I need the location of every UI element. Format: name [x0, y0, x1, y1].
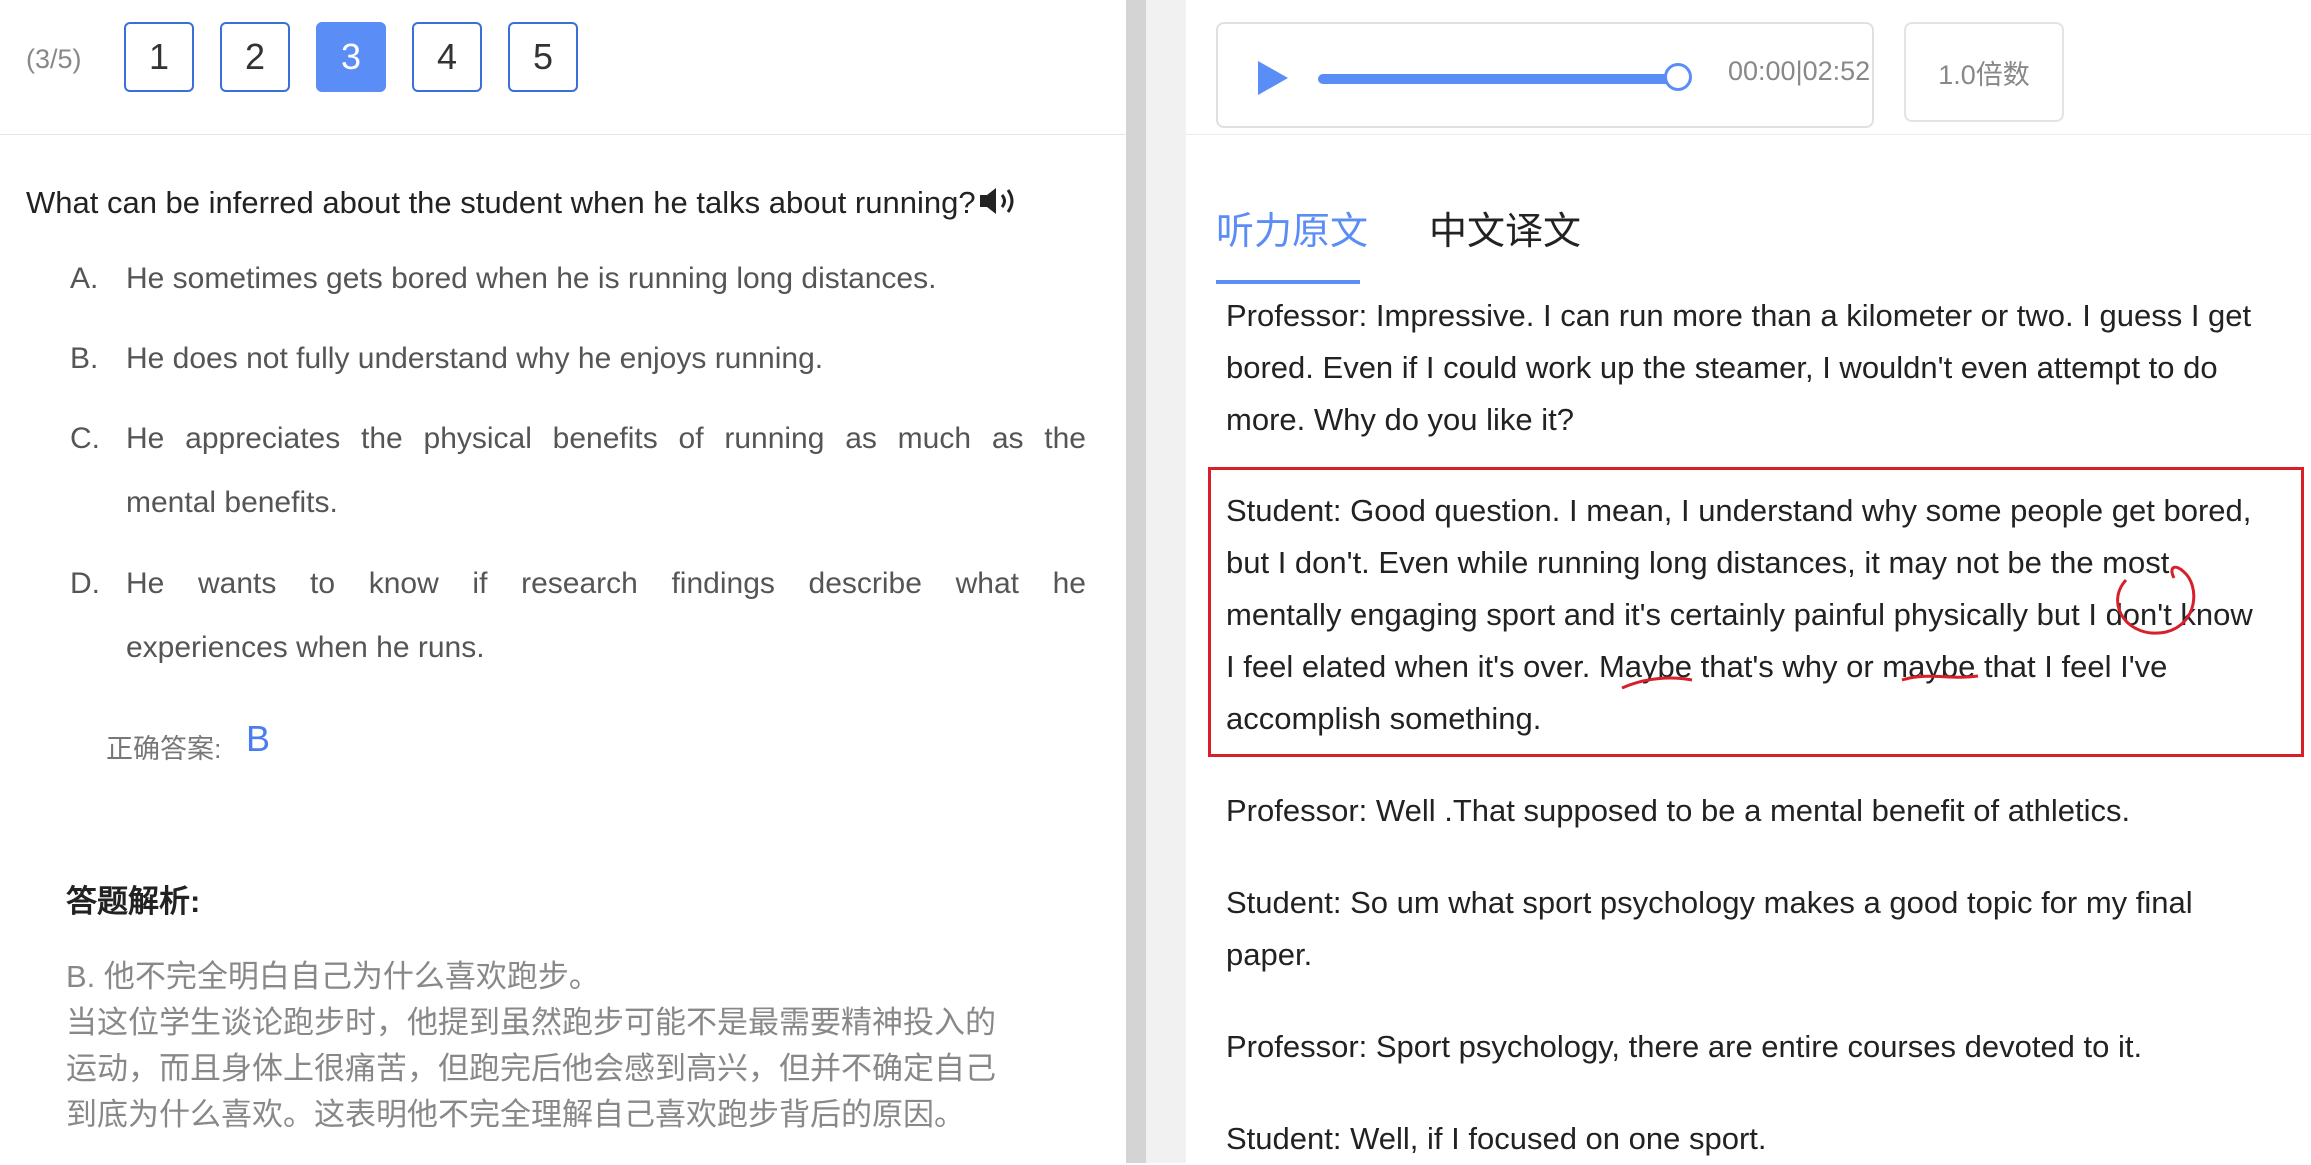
- active-tab-indicator: [1216, 280, 1360, 284]
- audio-progress-fill: [1318, 74, 1678, 84]
- transcript-line: more. Why do you like it?: [1226, 402, 1575, 437]
- tab-original-text[interactable]: 听力原文: [1216, 200, 1368, 255]
- question-panel: (3/5) 1 2 3 4 5 What can be inferred abo…: [0, 0, 1126, 1163]
- transcript-line: Professor: Well .That supposed to be a m…: [1226, 793, 2131, 828]
- analysis-line: B. 他不完全明白自己为什么喜欢跑步。: [66, 959, 600, 994]
- analysis-text: B. 他不完全明白自己为什么喜欢跑步。 当这位学生谈论跑步时，他提到虽然跑步可能…: [66, 954, 1066, 1138]
- transcript-line: bored. Even if I could work up the steam…: [1226, 350, 2218, 385]
- transcript-paragraph: Professor: Sport psychology, there are e…: [1226, 1021, 2296, 1073]
- option-text-line: mental benefits.: [126, 486, 338, 519]
- question-number-button[interactable]: 4: [412, 22, 482, 92]
- analysis-line: 当这位学生谈论跑步时，他提到虽然跑步可能不是最需要精神投入的: [66, 1005, 996, 1040]
- listening-panel: 00:00|02:52 1.0倍数 听力原文 中文译文 Professor: I…: [1186, 0, 2311, 1163]
- option-text: He sometimes gets bored when he is runni…: [126, 262, 937, 295]
- transcript-paragraph: Professor: Well .That supposed to be a m…: [1226, 785, 2296, 837]
- audio-player: 00:00|02:52: [1216, 22, 1874, 128]
- speaker-icon[interactable]: [978, 185, 1020, 225]
- transcript-paragraph: Professor: Impressive. I can run more th…: [1226, 290, 2296, 446]
- question-number-button-active[interactable]: 3: [316, 22, 386, 92]
- analysis-line: 到底为什么喜欢。这表明他不完全理解自己喜欢跑步背后的原因。: [66, 1097, 965, 1132]
- option-letter: D.: [70, 567, 100, 600]
- correct-answer-value: B: [246, 718, 271, 759]
- playback-speed-button[interactable]: 1.0倍数: [1904, 22, 2064, 122]
- correct-answer-label: 正确答案:: [106, 734, 222, 764]
- question-label: What can be inferred about the student w…: [26, 185, 976, 221]
- transcript-line: Student: Well, if I focused on one sport…: [1226, 1121, 1767, 1156]
- question-navigator: (3/5) 1 2 3 4 5: [0, 0, 1126, 135]
- audio-progress-handle[interactable]: [1664, 63, 1692, 91]
- option-text-line: experiences when he runs.: [126, 631, 485, 664]
- analysis-title: 答题解析:: [66, 884, 201, 919]
- tab-chinese-translation[interactable]: 中文译文: [1429, 200, 1581, 255]
- transcript-line: Professor: Impressive. I can run more th…: [1226, 298, 2252, 333]
- play-icon[interactable]: [1252, 58, 1292, 98]
- transcript-paragraph-highlighted: Student: Good question. I mean, I unders…: [1226, 485, 2296, 745]
- option-letter: C.: [70, 422, 100, 455]
- option-text-line: He appreciates the physical benefits of …: [126, 422, 1086, 455]
- panel-splitter[interactable]: [1126, 0, 1146, 1163]
- panel-gutter: [1146, 0, 1186, 1163]
- transcript-line: I feel elated when it's over. Maybe that…: [1226, 649, 2168, 684]
- transcript-line: but I don't. Even while running long dis…: [1226, 545, 2170, 580]
- question-number-button[interactable]: 1: [124, 22, 194, 92]
- audio-progress-track[interactable]: [1318, 63, 1692, 91]
- question-text: What can be inferred about the student w…: [26, 185, 1020, 225]
- transcript-line: Professor: Sport psychology, there are e…: [1226, 1029, 2143, 1064]
- transcript-line: Student: Good question. I mean, I unders…: [1226, 493, 2252, 528]
- option-text: He does not fully understand why he enjo…: [126, 342, 824, 375]
- audio-time: 00:00|02:52: [1728, 56, 1871, 86]
- transcript-line: accomplish something.: [1226, 701, 1542, 736]
- transcript-paragraph: Student: Well, if I focused on one sport…: [1226, 1113, 2296, 1165]
- question-progress: (3/5): [26, 44, 82, 74]
- option-letter: A.: [70, 262, 99, 295]
- transcript-line: paper.: [1226, 937, 1313, 972]
- divider: [1186, 134, 2311, 135]
- question-number-button[interactable]: 5: [508, 22, 578, 92]
- question-number-button[interactable]: 2: [220, 22, 290, 92]
- option-text-line: He wants to know if research findings de…: [126, 567, 1086, 600]
- transcript-line: mentally engaging sport and it's certain…: [1226, 597, 2253, 632]
- option-letter: B.: [70, 342, 99, 375]
- transcript-paragraph: Student: So um what sport psychology mak…: [1226, 877, 2296, 981]
- transcript-line: Student: So um what sport psychology mak…: [1226, 885, 2193, 920]
- analysis-line: 运动，而且身体上很痛苦，但跑完后他会感到高兴，但并不确定自己: [66, 1051, 996, 1086]
